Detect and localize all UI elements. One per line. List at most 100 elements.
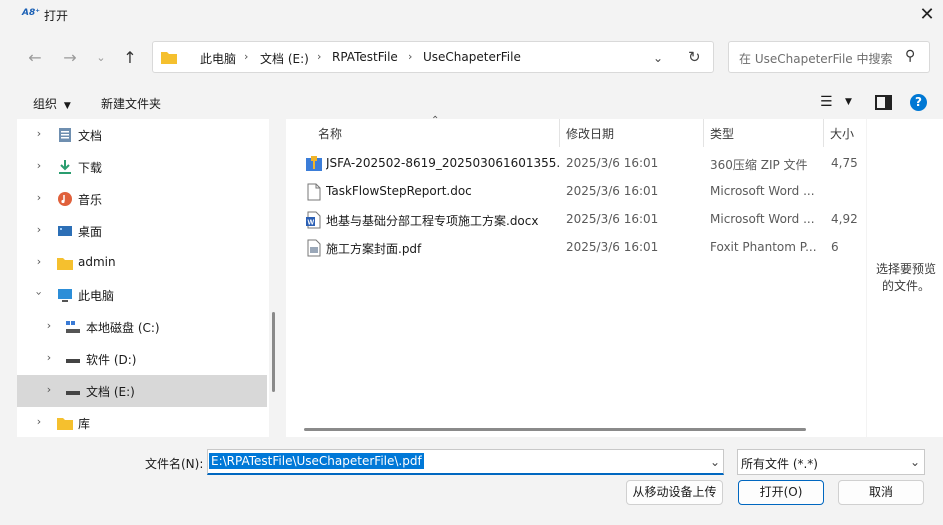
column-header-name[interactable]: 名称 — [318, 125, 342, 142]
cancel-button[interactable]: 取消 — [838, 480, 924, 505]
tree-item-drive-e[interactable]: › 文档 (E:) — [17, 375, 267, 407]
folder-icon — [57, 258, 73, 270]
file-row[interactable]: TaskFlowStepReport.doc 2025/3/6 16:01 Mi… — [286, 178, 866, 206]
file-date: 2025/3/6 16:01 — [566, 156, 659, 170]
tree-item-drive-d[interactable]: › 软件 (D:) — [17, 343, 267, 375]
tree-item-this-pc[interactable]: › 此电脑 — [17, 279, 267, 311]
breadcrumb-this-pc[interactable]: 此电脑 — [200, 50, 236, 67]
search-input[interactable]: 在 UseChapeterFile 中搜索 — [739, 50, 893, 67]
tree-item-label: 音乐 — [78, 193, 103, 207]
new-folder-button[interactable]: 新建文件夹 — [101, 95, 161, 112]
filename-value[interactable]: E:\RPATestFile\UseChapeterFile\.pdf — [209, 453, 424, 469]
title-bar: A8⁺ 打开 ✕ — [0, 0, 943, 31]
file-size: 6 — [831, 240, 839, 254]
up-arrow-icon[interactable]: ↑ — [119, 47, 141, 69]
chevron-right-icon[interactable]: › — [33, 223, 45, 236]
svg-text:W: W — [308, 220, 315, 227]
file-row[interactable]: 施工方案封面.pdf 2025/3/6 16:01 Foxit Phantom … — [286, 234, 866, 262]
chevron-right-icon[interactable]: › — [33, 255, 45, 268]
file-date: 2025/3/6 16:01 — [566, 212, 659, 226]
tree-item-label: 桌面 — [78, 225, 103, 239]
file-name: 地基与基础分部工程专项施工方案.docx — [326, 214, 539, 228]
column-header-size[interactable]: 大小 — [830, 125, 854, 142]
file-type-filter[interactable]: 所有文件 (*.*) ⌄ — [737, 449, 925, 475]
breadcrumb-drive-e[interactable]: 文档 (E:) — [260, 50, 309, 67]
preview-pane-icon[interactable] — [875, 95, 892, 110]
file-list: ⌃ 名称 修改日期 类型 大小 JSFA-202502-8619_2025030… — [286, 115, 866, 437]
chevron-right-icon[interactable]: › — [43, 351, 55, 364]
chevron-down-icon[interactable]: ⌄ — [710, 455, 720, 469]
close-icon[interactable]: ✕ — [912, 2, 942, 28]
refresh-icon[interactable]: ↻ — [688, 48, 701, 66]
doc-icon — [307, 183, 321, 201]
chevron-down-icon[interactable]: › — [33, 288, 46, 300]
file-list-scrollbar[interactable] — [304, 428, 806, 431]
breadcrumb-rpatestfile[interactable]: RPATestFile — [332, 50, 398, 64]
tree-item-label: admin — [78, 255, 116, 269]
file-name: TaskFlowStepReport.doc — [326, 184, 472, 198]
view-list-icon[interactable]: ☰ — [820, 94, 833, 110]
file-size: 4,75 — [831, 156, 858, 170]
tree-item-library[interactable]: › 库 — [17, 407, 267, 439]
chevron-right-icon[interactable]: › — [43, 319, 55, 332]
column-header-date[interactable]: 修改日期 — [566, 125, 614, 142]
column-divider[interactable] — [559, 119, 560, 147]
tree-item-label: 文档 — [78, 129, 103, 143]
breadcrumb-usechapeterfile[interactable]: UseChapeterFile — [423, 50, 521, 64]
organize-menu[interactable]: 组织 ▼ — [33, 95, 71, 112]
pdf-icon — [307, 239, 321, 257]
filename-field[interactable]: E:\RPATestFile\UseChapeterFile\.pdf ⌄ — [207, 449, 724, 475]
tree-item-downloads[interactable]: › 下载 — [17, 151, 267, 183]
navigation-tree: › 文档 › 下载 › 音乐 › 桌面 › admin › 此电脑 › 本地磁盘… — [17, 119, 269, 437]
forward-arrow-icon[interactable]: → — [59, 47, 81, 69]
file-type: Foxit Phantom P... — [710, 240, 817, 254]
open-button[interactable]: 打开(O) — [738, 480, 824, 505]
view-caret-icon[interactable]: ▼ — [845, 97, 852, 107]
tree-item-label: 此电脑 — [78, 289, 115, 303]
app-icon: A8⁺ — [22, 8, 40, 18]
file-row[interactable]: W 地基与基础分部工程专项施工方案.docx 2025/3/6 16:01 Mi… — [286, 206, 866, 234]
tree-item-drive-c[interactable]: › 本地磁盘 (C:) — [17, 311, 267, 343]
tree-item-music[interactable]: › 音乐 — [17, 183, 267, 215]
filter-value: 所有文件 (*.*) — [741, 457, 818, 471]
recent-chevron-icon[interactable]: ⌄ — [90, 47, 112, 69]
chevron-right-icon[interactable]: › — [33, 159, 45, 172]
tree-item-desktop[interactable]: › 桌面 — [17, 215, 267, 247]
chevron-right-icon[interactable]: › — [33, 127, 45, 140]
tree-item-label: 库 — [78, 417, 91, 431]
window-title: 打开 — [44, 9, 69, 23]
address-bar[interactable]: 此电脑 › 文档 (E:) › RPATestFile › UseChapete… — [152, 41, 714, 73]
search-box[interactable]: 在 UseChapeterFile 中搜索 ⚲ — [728, 41, 930, 73]
computer-icon — [58, 289, 72, 302]
file-type: Microsoft Word ... — [710, 184, 815, 198]
history-dropdown-icon[interactable]: ⌄ — [653, 51, 663, 65]
word-icon: W — [306, 211, 321, 229]
file-type: 360压缩 ZIP 文件 — [710, 158, 808, 172]
preview-pane: 选择要预览的文件。 — [867, 119, 943, 437]
chevron-right-icon[interactable]: › — [33, 191, 45, 204]
tree-item-label: 本地磁盘 (C:) — [86, 321, 160, 335]
file-name: JSFA-202502-8619_202503061601355... — [326, 156, 561, 170]
chevron-right-icon: › — [244, 50, 249, 63]
tree-item-admin[interactable]: › admin — [17, 247, 267, 279]
column-divider[interactable] — [823, 119, 824, 147]
upload-from-device-button[interactable]: 从移动设备上传 — [626, 480, 723, 505]
tree-scrollbar[interactable] — [272, 312, 275, 392]
chevron-right-icon[interactable]: › — [33, 415, 45, 428]
preview-message: 选择要预览的文件。 — [875, 262, 936, 293]
tree-item-documents[interactable]: › 文档 — [17, 119, 267, 151]
download-icon — [59, 160, 71, 174]
tree-item-label: 文档 (E:) — [86, 385, 135, 399]
back-arrow-icon[interactable]: ← — [24, 47, 46, 69]
chevron-right-icon[interactable]: › — [43, 383, 55, 396]
column-header-type[interactable]: 类型 — [710, 125, 734, 142]
zip-icon — [306, 156, 322, 171]
help-icon[interactable]: ? — [910, 94, 927, 111]
file-row[interactable]: JSFA-202502-8619_202503061601355... 2025… — [286, 150, 866, 178]
column-divider[interactable] — [703, 119, 704, 147]
sort-up-icon: ⌃ — [431, 115, 440, 126]
music-icon — [58, 192, 72, 206]
drive-icon — [66, 359, 80, 363]
chevron-down-icon[interactable]: ⌄ — [910, 455, 920, 469]
desktop-icon — [58, 226, 72, 236]
